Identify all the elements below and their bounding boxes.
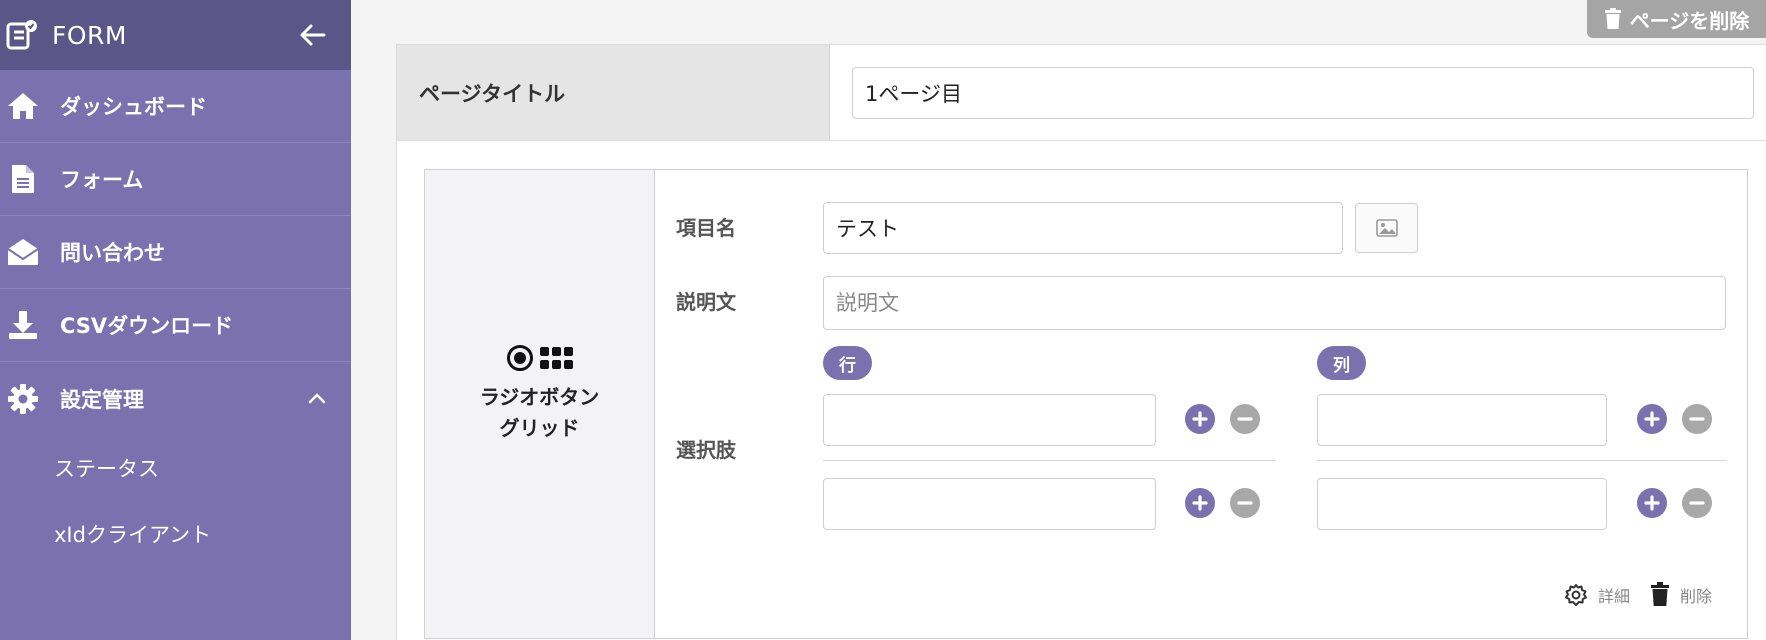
row-choice-input-2[interactable] [823, 478, 1156, 530]
columns-badge: 列 [1317, 346, 1366, 380]
question-type-panel: ラジオボタン グリッド [425, 170, 655, 638]
plus-icon [1192, 411, 1208, 427]
minus-icon [1689, 501, 1705, 505]
add-image-button[interactable] [1355, 203, 1418, 253]
item-name-input[interactable] [823, 202, 1343, 254]
plus-icon [1644, 495, 1660, 511]
remove-column-button[interactable] [1682, 404, 1712, 434]
document-icon [6, 163, 40, 195]
home-icon [6, 90, 40, 122]
page-title-row: ページタイトル [397, 45, 1766, 141]
row-choice-input-1[interactable] [823, 394, 1156, 446]
sidebar-header: FORM [0, 0, 351, 70]
nav-label: フォーム [60, 168, 144, 192]
add-column-button[interactable] [1637, 488, 1667, 518]
remove-row-button[interactable] [1230, 404, 1260, 434]
question-type-label-line1: ラジオボタン [479, 385, 600, 409]
nav-item-csv-download[interactable]: CSVダウンロード [0, 289, 351, 362]
question-type-icons [506, 344, 574, 372]
remove-column-button[interactable] [1682, 488, 1712, 518]
nav-item-dashboard[interactable]: ダッシュボード [0, 70, 351, 143]
page-card: ページタイトル ラジオボタン グリッド 項目名 説明文 行 列 選択肢 [396, 44, 1766, 640]
gear-outline-icon [1565, 584, 1587, 606]
radio-button-icon [506, 345, 533, 371]
detail-button[interactable]: 詳細 [1564, 583, 1630, 607]
nav-label: 設定管理 [60, 387, 144, 412]
grid-dots-icon [539, 347, 573, 369]
chevron-up-icon [308, 393, 326, 404]
delete-question-button[interactable]: 削除 [1650, 582, 1712, 607]
minus-icon [1237, 501, 1253, 505]
page-title-input[interactable] [852, 66, 1754, 119]
question-card: ラジオボタン グリッド 項目名 説明文 行 列 選択肢 [424, 169, 1748, 639]
sub-item-status[interactable]: ステータス [0, 435, 351, 501]
download-icon [6, 309, 40, 341]
choices-label: 選択肢 [676, 438, 736, 462]
column-divider [1317, 460, 1727, 461]
nav-item-settings[interactable]: 設定管理 [0, 362, 351, 435]
image-icon [1375, 219, 1398, 237]
gear-icon [6, 383, 40, 415]
item-name-label: 項目名 [676, 216, 736, 240]
description-input[interactable] [823, 276, 1726, 330]
question-body: 項目名 説明文 行 列 選択肢 [655, 170, 1747, 638]
column-choice-input-1[interactable] [1317, 394, 1607, 446]
sidebar: FORM ダッシュボード フォーム 問い合わせ CSVダウンロード 設定管理 ス… [0, 0, 351, 640]
nav-label: 問い合わせ [60, 241, 165, 265]
question-type-label-line2: グリッド [499, 416, 580, 440]
add-column-button[interactable] [1637, 404, 1667, 434]
collapse-sidebar-arrow-icon[interactable] [297, 19, 329, 51]
nav-label: CSVダウンロード [60, 314, 234, 338]
sub-item-xid-client[interactable]: xIdクライアント [0, 501, 351, 567]
delete-page-label: ページを削除 [1629, 8, 1750, 33]
description-label: 説明文 [676, 290, 736, 314]
nav-item-inquiries[interactable]: 問い合わせ [0, 216, 351, 289]
rows-badge: 行 [823, 346, 872, 380]
app-logo-icon [6, 20, 37, 50]
minus-icon [1689, 417, 1705, 421]
trash-icon [1651, 582, 1669, 606]
page-title-input-wrap [830, 45, 1766, 140]
add-row-button[interactable] [1185, 488, 1215, 518]
plus-icon [1644, 411, 1660, 427]
delete-page-button[interactable]: ページを削除 [1587, 0, 1766, 38]
remove-row-button[interactable] [1230, 488, 1260, 518]
nav-label: ダッシュボード [60, 95, 207, 119]
add-row-button[interactable] [1185, 404, 1215, 434]
envelope-icon [6, 236, 40, 268]
minus-icon [1237, 417, 1253, 421]
detail-label: 詳細 [1598, 587, 1631, 606]
trash-icon [1604, 8, 1621, 29]
page-title-label: ページタイトル [397, 45, 830, 140]
nav-item-forms[interactable]: フォーム [0, 143, 351, 216]
column-choice-input-2[interactable] [1317, 478, 1607, 530]
app-title: FORM [52, 20, 127, 50]
delete-label: 削除 [1680, 586, 1713, 606]
plus-icon [1192, 495, 1208, 511]
row-divider [823, 460, 1276, 461]
